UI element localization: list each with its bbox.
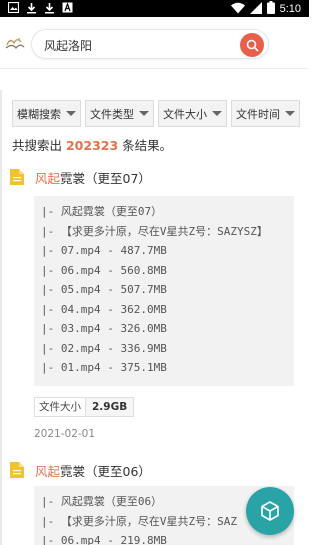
filter-file-time[interactable]: 文件时间 <box>231 100 300 127</box>
title-highlight: 风起 <box>35 171 61 186</box>
app-logo[interactable] <box>4 33 26 53</box>
title-rest: 霓裳（更至07） <box>60 171 151 186</box>
floating-action-button[interactable] <box>246 487 294 535</box>
search-bar <box>31 29 269 59</box>
summary-prefix: 共搜索出 <box>12 138 66 153</box>
caret-down-icon <box>66 111 76 116</box>
file-list-line: |- 06.mp4 - 560.8MB <box>41 263 167 277</box>
file-size-value: 2.9GB <box>86 398 134 416</box>
result-title[interactable]: 风起霓裳（更至07） <box>35 168 151 187</box>
title-highlight: 风起 <box>35 464 61 479</box>
file-icon <box>10 462 24 478</box>
filter-bar: 模糊搜索 文件类型 文件大小 文件时间 <box>12 100 300 127</box>
filter-label: 文件大小 <box>163 107 207 121</box>
a-box-icon <box>62 2 73 14</box>
system-icons: 5:10 <box>230 1 301 17</box>
file-list-line: |- 03.mp4 - 326.0MB <box>41 322 167 335</box>
file-list-line: |- 02.mp4 - 336.9MB <box>41 341 167 355</box>
filter-label: 文件时间 <box>236 107 280 121</box>
search-button[interactable] <box>240 33 264 57</box>
title-rest: 霓裳（更至06） <box>60 464 151 479</box>
cube-icon <box>261 501 279 521</box>
file-size-tag: 文件大小 2.9GB <box>34 397 135 417</box>
download-icon <box>26 2 37 14</box>
status-bar: 5:10 <box>0 0 309 17</box>
summary-suffix: 条结果。 <box>118 138 173 153</box>
file-size-label: 文件大小 <box>35 398 86 416</box>
file-icon <box>10 169 24 185</box>
file-list-line: |- 风起霓裳（更至07） <box>41 205 163 218</box>
signal-icon <box>249 1 262 17</box>
result-summary: 共搜索出 202323 条结果。 <box>12 135 172 154</box>
battery-icon <box>266 1 275 17</box>
image-icon <box>7 1 20 14</box>
file-list-line: |- 04.mp4 - 362.0MB <box>41 302 167 316</box>
wifi-icon <box>230 2 245 17</box>
results-page[interactable]: 模糊搜索 文件类型 文件大小 文件时间 共搜索出 202323 条结果。 风起霓… <box>0 70 309 545</box>
caret-down-icon <box>212 111 222 116</box>
notification-icons <box>7 1 73 14</box>
filter-fuzzy-search[interactable]: 模糊搜索 <box>12 100 81 127</box>
result-date: 2021-02-01 <box>34 428 96 440</box>
top-bar <box>0 17 309 69</box>
clock: 5:10 <box>279 2 301 15</box>
result-header: 风起霓裳（更至06） <box>10 459 300 481</box>
result-header: 风起霓裳（更至07） <box>10 166 300 188</box>
result-item[interactable]: 风起霓裳（更至06） |- 风起霓裳（更至06） |- 【求更多汁原，尽在V星共… <box>10 459 300 545</box>
filter-label: 模糊搜索 <box>17 107 61 121</box>
search-input[interactable] <box>44 36 234 54</box>
result-title[interactable]: 风起霓裳（更至06） <box>35 461 151 480</box>
result-count: 202323 <box>65 138 119 153</box>
file-list-line: |- 06.mp4 - 219.8MB <box>41 534 167 545</box>
file-list-line: |- 【求更多汁原，尽在V星共Z号：SAZYSZ】 <box>41 224 268 238</box>
filter-file-size[interactable]: 文件大小 <box>158 100 227 127</box>
caret-down-icon <box>139 111 149 116</box>
file-list-line: |- 01.mp4 - 375.1MB <box>41 361 167 374</box>
file-list-line: |- 05.mp4 - 507.7MB <box>41 283 167 296</box>
file-list-line: |- 07.mp4 - 487.7MB <box>41 244 167 257</box>
file-list: |- 风起霓裳（更至07） |- 【求更多汁原，尽在V星共Z号：SAZYSZ】 … <box>34 196 294 386</box>
caret-down-icon <box>285 111 295 116</box>
search-icon <box>246 39 259 52</box>
download-icon <box>44 2 55 14</box>
filter-label: 文件类型 <box>90 107 134 121</box>
filter-file-type[interactable]: 文件类型 <box>85 100 154 127</box>
result-item[interactable]: 风起霓裳（更至07） |- 风起霓裳（更至07） |- 【求更多汁原，尽在V星共… <box>10 166 300 440</box>
